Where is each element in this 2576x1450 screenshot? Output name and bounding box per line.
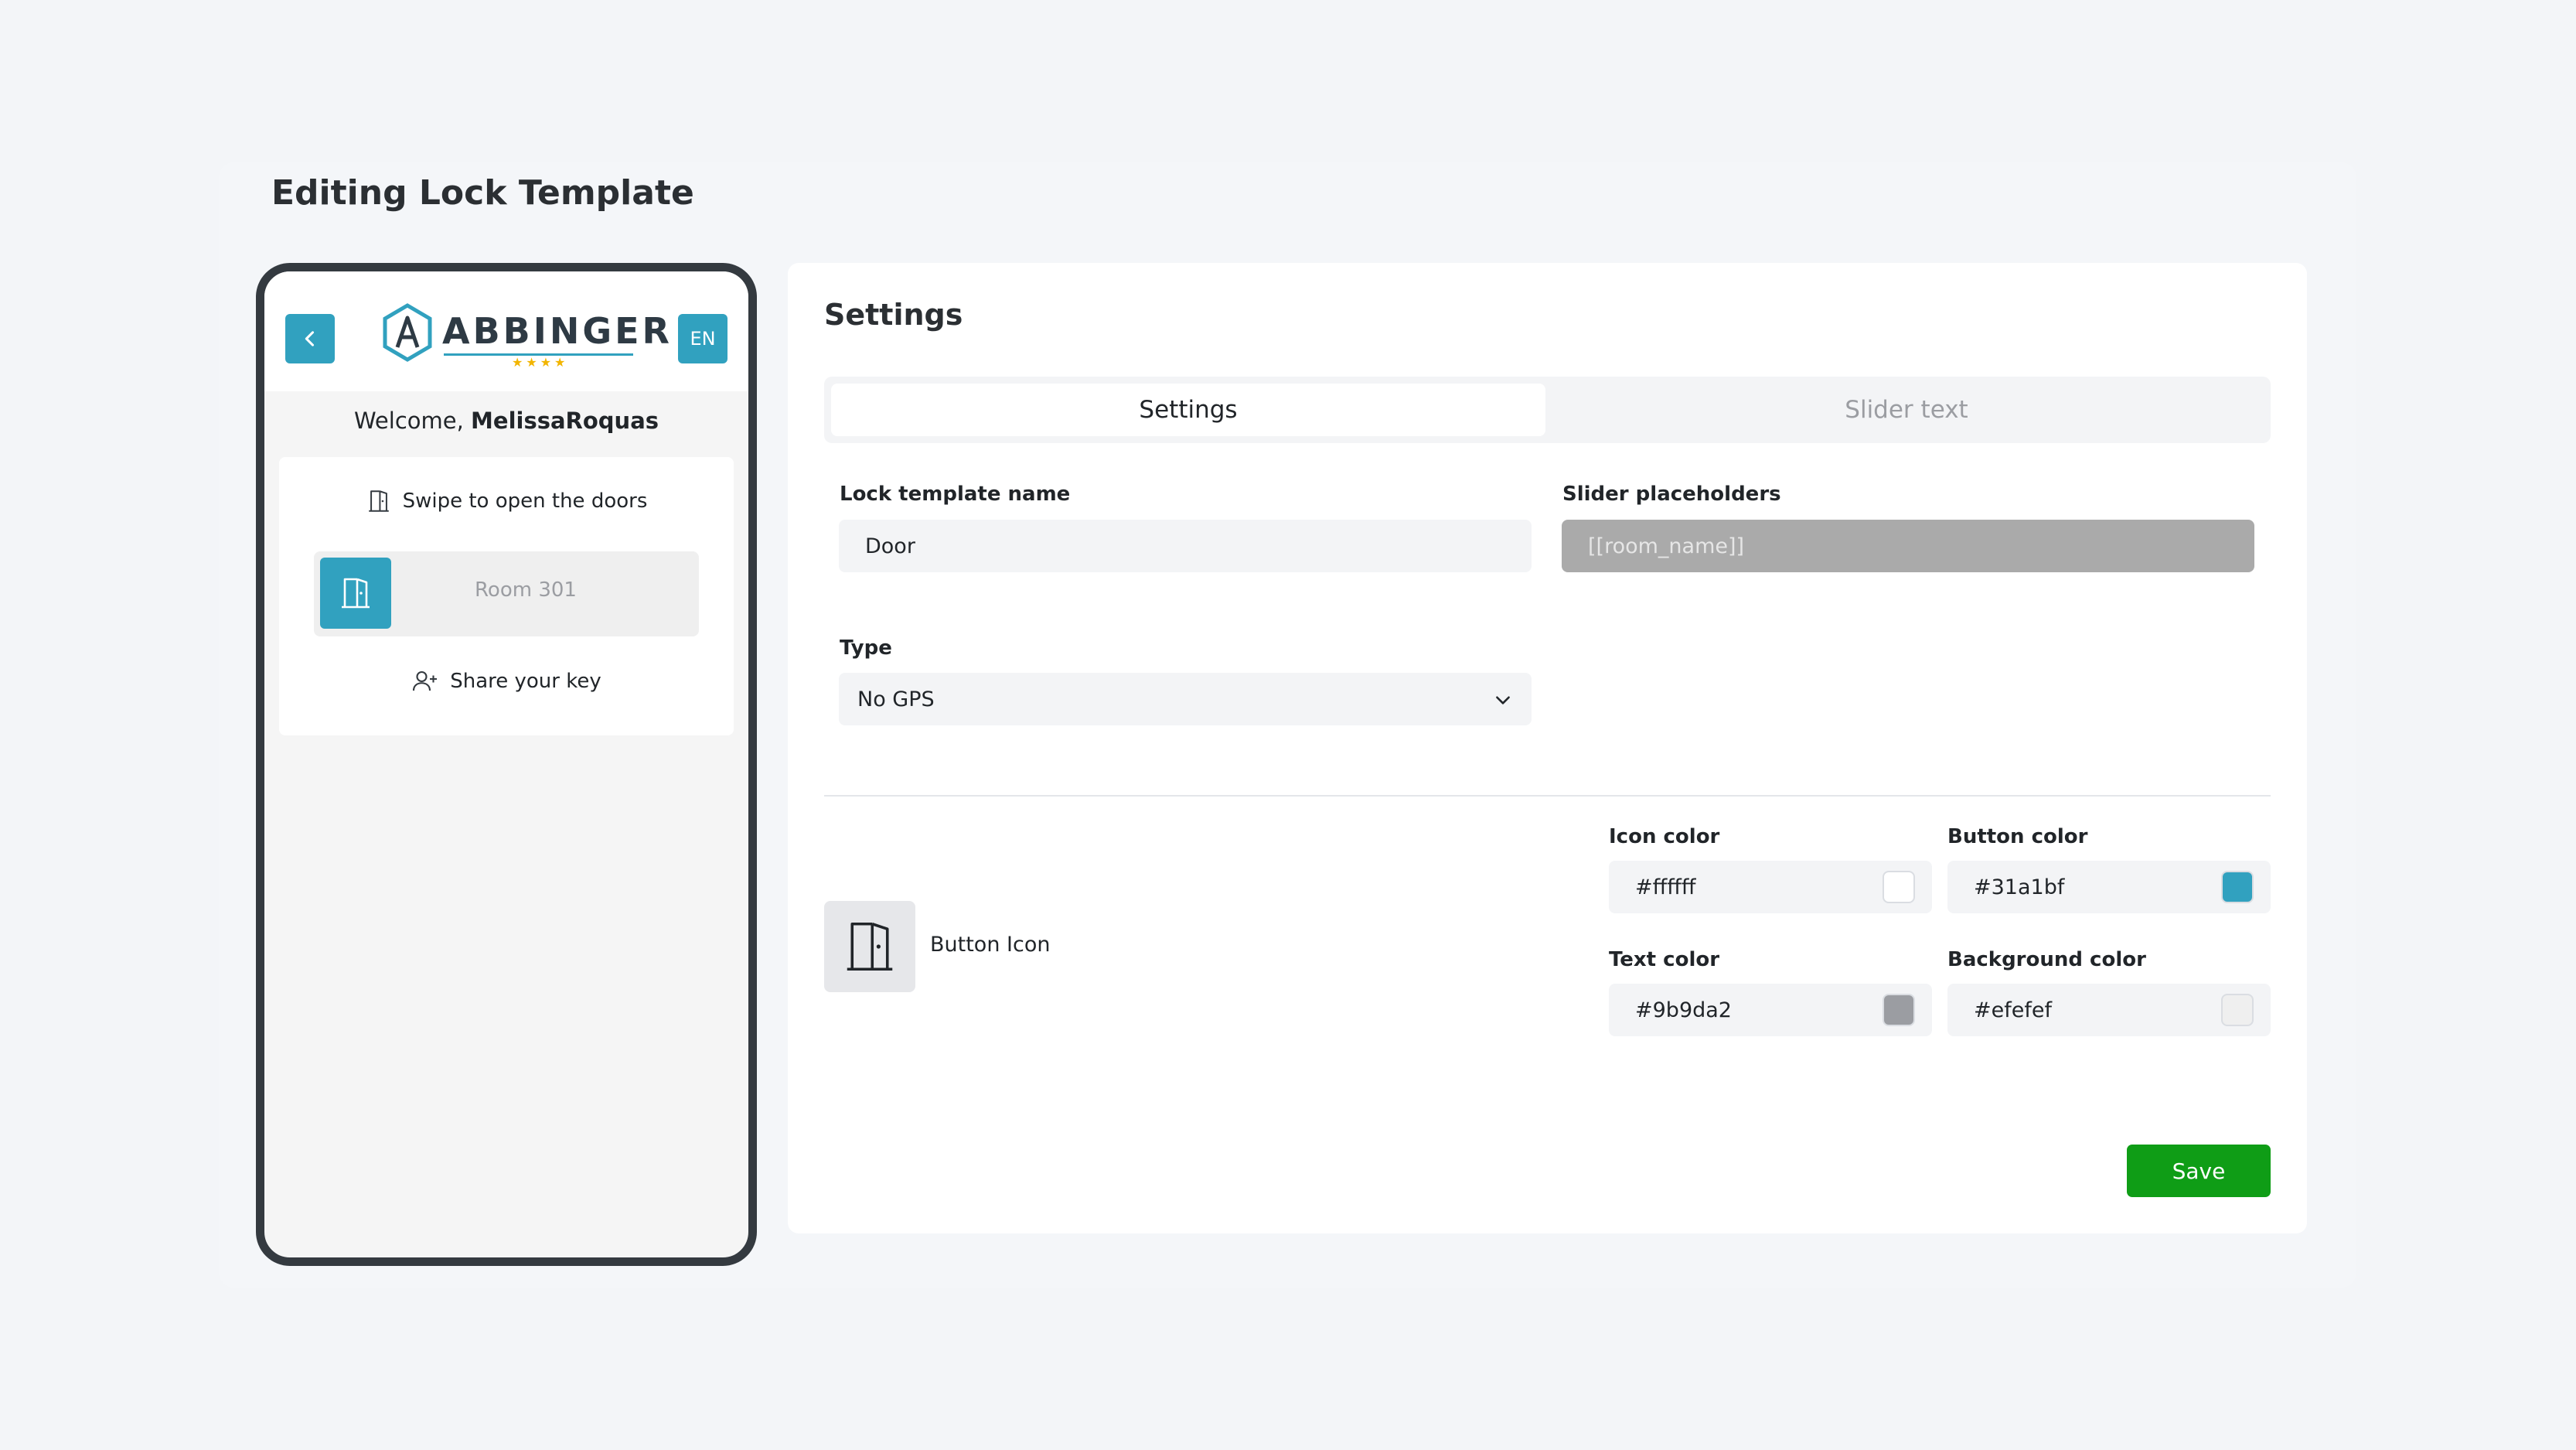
text-color-label: Text color: [1609, 948, 1720, 971]
tab-slider-text[interactable]: Slider text: [1549, 384, 2264, 436]
lock-template-name-label: Lock template name: [840, 483, 1071, 506]
icon-color-value: #ffffff: [1635, 875, 1696, 899]
icon-color-input[interactable]: #ffffff: [1609, 861, 1932, 913]
welcome-prefix: Welcome,: [353, 408, 472, 434]
background-color-value: #efefef: [1974, 998, 2052, 1022]
logo-hexagon-icon: [383, 303, 432, 362]
text-color-value: #9b9da2: [1635, 998, 1732, 1022]
door-icon: [847, 922, 893, 971]
tab-settings[interactable]: Settings: [831, 384, 1545, 436]
phone-header: ABBINGER ★★★★ EN: [264, 271, 748, 391]
settings-card: Settings Settings Slider text Lock templ…: [788, 263, 2307, 1233]
door-icon: [368, 490, 389, 512]
share-key-link[interactable]: Share your key: [279, 667, 734, 695]
button-color-input[interactable]: #31a1bf: [1947, 861, 2271, 913]
lock-template-name-input[interactable]: Door: [839, 520, 1532, 572]
text-color-swatch[interactable]: [1883, 994, 1915, 1026]
type-label: Type: [840, 636, 892, 660]
slider-placeholders-label: Slider placeholders: [1562, 483, 1781, 506]
button-icon-label: Button Icon: [930, 933, 1051, 957]
share-text: Share your key: [450, 670, 601, 693]
hotel-logo: ABBINGER ★★★★: [380, 302, 670, 372]
type-value: No GPS: [857, 687, 935, 711]
welcome-text: Welcome, MelissaRoquas: [264, 408, 748, 434]
slider-placeholders-input: [[room_name]]: [1562, 520, 2254, 572]
button-color-swatch[interactable]: [2221, 871, 2254, 903]
phone-preview: ABBINGER ★★★★ EN Welcome, MelissaRoquas …: [256, 263, 757, 1266]
logo-text: ABBINGER: [442, 310, 673, 352]
background-color-input[interactable]: #efefef: [1947, 984, 2271, 1036]
settings-tabs: Settings Slider text: [824, 377, 2271, 443]
swipe-hint: Swipe to open the doors: [279, 488, 734, 514]
room-label: Room 301: [475, 578, 577, 602]
button-color-value: #31a1bf: [1974, 875, 2065, 899]
chevron-left-icon: [305, 331, 315, 346]
icon-color-label: Icon color: [1609, 825, 1720, 848]
background-color-swatch[interactable]: [2221, 994, 2254, 1026]
logo-stars: ★★★★: [512, 355, 569, 370]
back-button[interactable]: [285, 314, 335, 363]
type-select[interactable]: No GPS: [839, 673, 1532, 725]
button-color-label: Button color: [1947, 825, 2088, 848]
background-color-label: Background color: [1947, 948, 2146, 971]
page-title: Editing Lock Template: [271, 173, 694, 213]
settings-title: Settings: [824, 298, 963, 332]
text-color-input[interactable]: #9b9da2: [1609, 984, 1932, 1036]
button-icon-picker[interactable]: [824, 901, 915, 992]
icon-color-swatch[interactable]: [1883, 871, 1915, 903]
welcome-user: MelissaRoquas: [471, 408, 659, 434]
chevron-down-icon: [1496, 696, 1510, 705]
add-user-icon: [413, 670, 438, 691]
key-card: Swipe to open the doors Room 301 Share y…: [279, 457, 734, 735]
save-button[interactable]: Save: [2127, 1145, 2271, 1197]
swipe-text: Swipe to open the doors: [402, 490, 648, 513]
divider: [824, 795, 2271, 797]
room-slider[interactable]: Room 301: [314, 551, 699, 636]
language-button[interactable]: EN: [678, 314, 727, 363]
